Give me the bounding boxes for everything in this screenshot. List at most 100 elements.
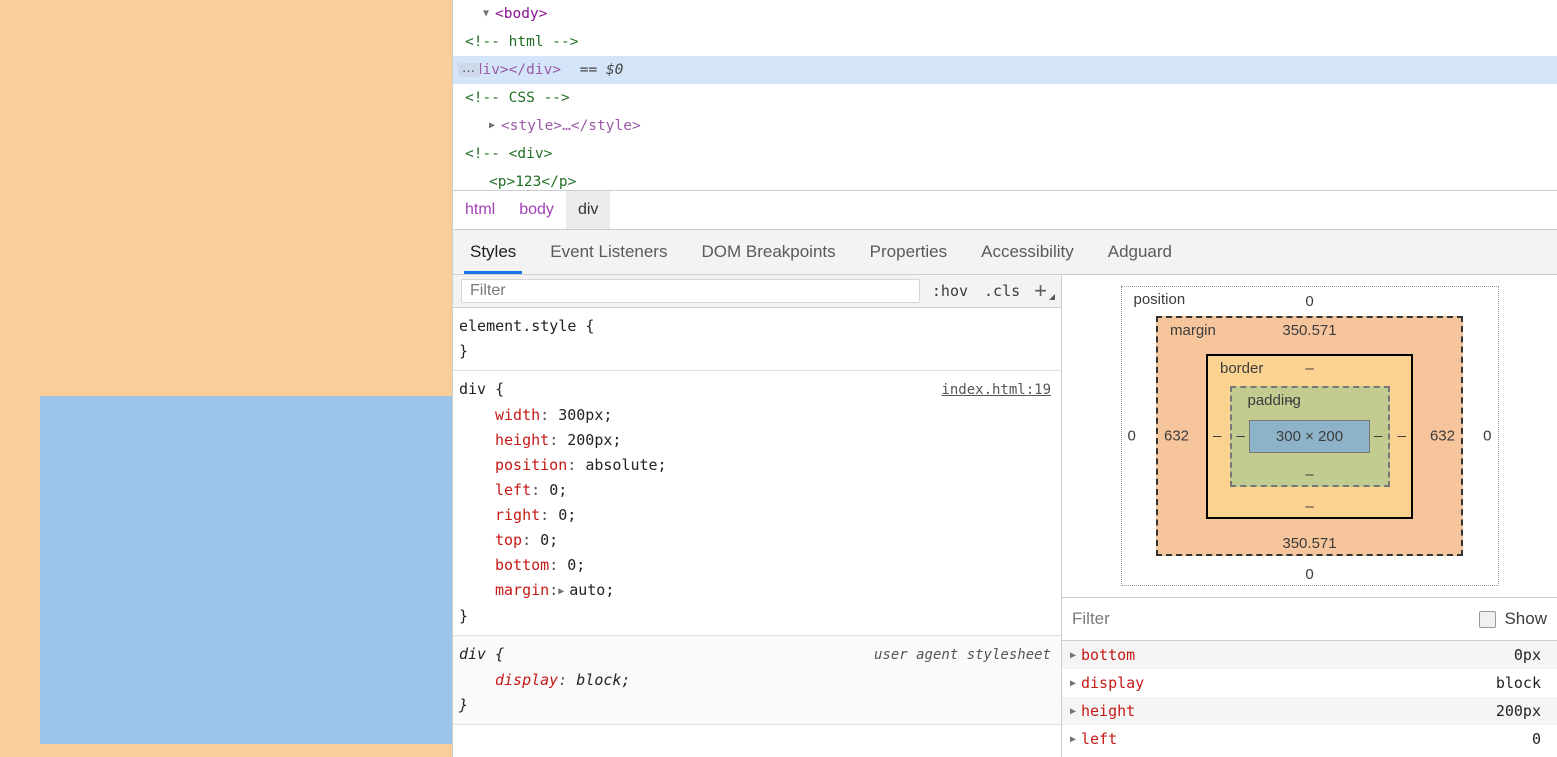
expand-triangle-icon[interactable]: ▶ (489, 112, 501, 140)
dom-row[interactable]: <!-- <div> (453, 140, 1557, 168)
dom-tree[interactable]: ▼ <body> <!-- html --> … <div></div> == $… (453, 0, 1557, 190)
declaration-property[interactable]: right (495, 506, 540, 524)
rule-selector[interactable]: div { (459, 377, 504, 402)
expand-triangle-icon[interactable]: ▶ (1070, 678, 1081, 689)
box-model-margin-label: margin (1170, 322, 1216, 339)
breadcrumb-item-div[interactable]: div (565, 191, 611, 229)
declaration-margin[interactable]: margin:▶ auto; (459, 578, 1051, 604)
declaration-property[interactable]: left (495, 481, 531, 499)
box-model-margin-bottom[interactable]: 350.571 (1158, 535, 1461, 552)
rule-selector[interactable]: div { (459, 642, 504, 667)
declaration-value[interactable]: 300px; (558, 406, 612, 424)
declaration-value[interactable]: auto; (569, 581, 614, 599)
expand-triangle-icon[interactable]: ▼ (483, 0, 495, 28)
box-model-margin-right[interactable]: 632 (1430, 428, 1455, 445)
hov-state-button[interactable]: :hov (924, 282, 976, 300)
dom-row[interactable]: <!-- CSS --> (453, 84, 1557, 112)
declaration-property[interactable]: position (495, 456, 567, 474)
box-model-margin-layer[interactable]: margin 350.571 350.571 632 632 border – … (1156, 316, 1463, 556)
declaration-property[interactable]: display (495, 671, 558, 689)
breadcrumb-item-body[interactable]: body (507, 191, 566, 229)
box-model-position-right[interactable]: 0 (1483, 428, 1491, 445)
expand-triangle-icon[interactable]: ▶ (1070, 706, 1081, 717)
style-rule-div-author[interactable]: div { index.html:19 width: 300px; height… (453, 371, 1061, 636)
tab-dom-breakpoints[interactable]: DOM Breakpoints (684, 230, 852, 274)
styles-filter-input[interactable]: Filter (461, 279, 920, 303)
computed-row-height[interactable]: ▶ height 200px (1062, 697, 1557, 725)
expand-shorthand-icon[interactable]: ▶ (558, 579, 569, 604)
box-model-padding-bottom[interactable]: – (1232, 466, 1388, 483)
declaration-display[interactable]: display: block; (459, 668, 1051, 693)
box-model-border-left[interactable]: – (1213, 428, 1221, 445)
declaration-width[interactable]: width: 300px; (459, 403, 1051, 428)
declaration-height[interactable]: height: 200px; (459, 428, 1051, 453)
box-model-padding-layer[interactable]: padding – – – – 300 × 200 (1229, 385, 1390, 487)
declaration-right[interactable]: right: 0; (459, 503, 1051, 528)
computed-row-display[interactable]: ▶ display block (1062, 669, 1557, 697)
dom-ellipsis-badge[interactable]: … (458, 62, 480, 77)
tab-styles[interactable]: Styles (453, 230, 533, 274)
dom-row[interactable]: <!-- html --> (453, 28, 1557, 56)
box-model-margin-left[interactable]: 632 (1164, 428, 1189, 445)
cls-classes-button[interactable]: .cls (976, 282, 1028, 300)
declaration-property[interactable]: width (495, 406, 540, 424)
computed-property-name: ▶ height (1070, 702, 1496, 720)
declaration-bottom[interactable]: bottom: 0; (459, 553, 1051, 578)
expand-triangle-icon[interactable]: ▶ (1070, 734, 1081, 745)
declaration-value[interactable]: 200px; (567, 431, 621, 449)
declaration-property[interactable]: height (495, 431, 549, 449)
declaration-property[interactable]: bottom (495, 556, 549, 574)
rule-closing-brace: } (459, 696, 469, 714)
computed-row-bottom[interactable]: ▶ bottom 0px (1062, 641, 1557, 669)
box-model-content-box[interactable]: 300 × 200 (1248, 419, 1371, 453)
computed-property-label: height (1081, 702, 1136, 720)
breadcrumb-item-html[interactable]: html (453, 191, 507, 229)
box-model-position-layer[interactable]: position 0 0 0 0 margin 350.571 350.571 … (1120, 286, 1499, 586)
dropdown-corner-icon[interactable] (1049, 294, 1055, 300)
box-model-position-bottom[interactable]: 0 (1122, 566, 1498, 583)
declaration-value[interactable]: 0; (567, 556, 585, 574)
declaration-property[interactable]: margin (495, 581, 549, 599)
tab-adguard[interactable]: Adguard (1091, 230, 1189, 274)
expand-triangle-icon[interactable]: ▶ (1070, 650, 1081, 661)
plus-icon: + (1034, 278, 1047, 303)
style-rule-element-style[interactable]: element.style { } (453, 308, 1061, 371)
computed-property-value: 0px (1513, 646, 1541, 664)
box-model-border-label: border (1220, 359, 1264, 377)
dom-console-ref: == $0 (579, 62, 624, 78)
computed-row-left[interactable]: ▶ left 0 (1062, 725, 1557, 753)
dom-row-selected[interactable]: … <div></div> == $0 (453, 56, 1557, 84)
computed-filter-input[interactable]: Filter (1072, 609, 1479, 629)
new-style-rule-button[interactable]: + (1028, 278, 1057, 303)
checkbox-icon[interactable] (1479, 610, 1497, 628)
rule-selector[interactable]: element.style { (459, 314, 594, 339)
declaration-top[interactable]: top: 0; (459, 528, 1051, 553)
box-model-padding-left[interactable]: – (1237, 428, 1245, 445)
rule-source-link[interactable]: index.html:19 (941, 378, 1051, 403)
tab-properties[interactable]: Properties (853, 230, 964, 274)
box-model-border-layer[interactable]: border – – – – padding – – – – 300 × 200 (1206, 353, 1413, 519)
tab-event-listeners[interactable]: Event Listeners (533, 230, 684, 274)
rule-source-label: user agent stylesheet (873, 647, 1051, 663)
declaration-property[interactable]: top (495, 531, 522, 549)
box-model-border-bottom[interactable]: – (1208, 498, 1411, 515)
style-rule-div-user-agent[interactable]: div { user agent stylesheet display: blo… (453, 636, 1061, 725)
box-model-border-right[interactable]: – (1398, 428, 1406, 445)
dom-row[interactable]: <p>123</p> (453, 168, 1557, 190)
dom-row[interactable]: ▼ <body> (453, 0, 1557, 28)
dom-row[interactable]: ▶ <style>…</style> (453, 112, 1557, 140)
box-model-position-left[interactable]: 0 (1128, 428, 1136, 445)
declaration-value[interactable]: 0; (540, 531, 558, 549)
tab-accessibility[interactable]: Accessibility (964, 230, 1091, 274)
declaration-value[interactable]: absolute; (585, 456, 666, 474)
show-all-toggle[interactable]: Show (1479, 609, 1547, 629)
computed-property-name: ▶ display (1070, 674, 1496, 692)
declaration-value[interactable]: 0; (549, 481, 567, 499)
declaration-position[interactable]: position: absolute; (459, 453, 1051, 478)
dom-comment-label: <!-- CSS --> (465, 90, 570, 106)
computed-property-value: 200px (1495, 702, 1541, 720)
declaration-left[interactable]: left: 0; (459, 478, 1051, 503)
box-model-padding-right[interactable]: – (1374, 428, 1382, 445)
declaration-value[interactable]: 0; (558, 506, 576, 524)
declaration-value[interactable]: block; (576, 671, 630, 689)
